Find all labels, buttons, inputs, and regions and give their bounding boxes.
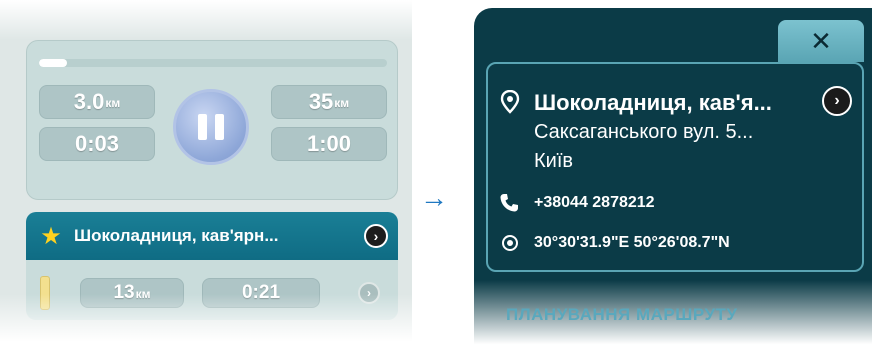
distance-left-value: 3.0 bbox=[73, 89, 105, 114]
distance-total-value: 35 bbox=[308, 89, 334, 114]
poi-marker bbox=[40, 276, 50, 310]
poi-info-card: Шоколадниця, кав'я... › Саксаганського в… bbox=[486, 62, 864, 272]
distance-total-box: 35 км bbox=[271, 85, 387, 119]
chevron-right-icon[interactable]: › bbox=[364, 224, 388, 248]
poi-list-item-details: 13 км 0:21 › bbox=[26, 260, 398, 320]
poi-address-city: Київ bbox=[534, 150, 574, 172]
poi-distance-box: 13 км bbox=[80, 278, 184, 308]
location-target-icon bbox=[502, 235, 518, 251]
location-pin-icon bbox=[500, 90, 520, 114]
route-planning-heading[interactable]: ПЛАНУВАННЯ МАРШРУТУ bbox=[506, 305, 738, 325]
star-icon: ★ bbox=[40, 222, 62, 250]
pause-icon bbox=[198, 114, 207, 140]
pause-button[interactable] bbox=[173, 89, 249, 165]
time-left-value: 0:03 bbox=[74, 131, 120, 156]
chevron-right-icon[interactable]: › bbox=[822, 86, 852, 116]
time-left-box: 0:03 bbox=[39, 127, 155, 161]
poi-distance-unit: км bbox=[135, 287, 151, 301]
pause-icon-bar bbox=[215, 114, 224, 140]
poi-detail-screen: ✕ Шоколадниця, кав'я... › Саксаганського… bbox=[474, 8, 872, 350]
distance-left-box: 3.0 км bbox=[39, 85, 155, 119]
poi-time-value: 0:21 bbox=[241, 282, 281, 303]
poi-list-item[interactable]: ★ Шоколадниця, кав'ярн... › bbox=[26, 212, 398, 260]
close-button[interactable]: ✕ bbox=[778, 20, 864, 62]
route-progress-fill bbox=[39, 59, 67, 67]
time-total-box: 1:00 bbox=[271, 127, 387, 161]
poi-distance-value: 13 bbox=[113, 282, 135, 303]
phone-icon bbox=[500, 194, 518, 212]
route-progress-bar bbox=[39, 59, 387, 67]
poi-time-box: 0:21 bbox=[202, 278, 320, 308]
transition-arrow: → bbox=[420, 182, 448, 213]
navigation-screen: 3.0 км 0:03 35 км 1:00 ★ Шоколадниця, кав'… bbox=[0, 0, 412, 350]
distance-left-unit: км bbox=[105, 96, 121, 110]
time-total-value: 1:00 bbox=[306, 131, 352, 156]
poi-name: Шоколадниця, кав'я... bbox=[534, 90, 772, 115]
trip-info-card: 3.0 км 0:03 35 км 1:00 bbox=[26, 40, 398, 200]
poi-coordinates: 30°30'31.9"E 50°26'08.7"N bbox=[534, 234, 730, 251]
poi-address-street: Саксаганського вул. 5... bbox=[534, 121, 754, 143]
chevron-right-icon-secondary[interactable]: › bbox=[358, 282, 380, 304]
poi-list-title: Шоколадниця, кав'ярн... bbox=[74, 226, 279, 245]
distance-total-unit: км bbox=[334, 96, 350, 110]
poi-phone[interactable]: +38044 2878212 bbox=[534, 194, 655, 212]
